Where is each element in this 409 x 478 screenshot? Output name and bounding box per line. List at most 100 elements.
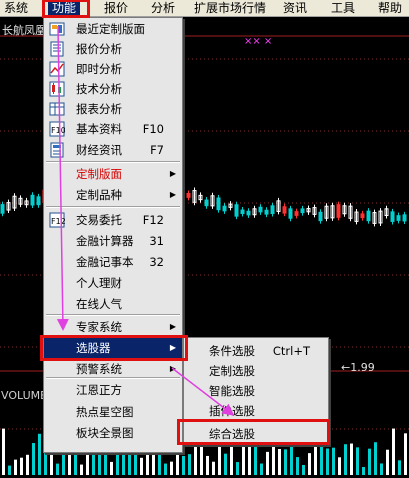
volume-bar xyxy=(140,457,143,475)
volume-bar xyxy=(14,459,17,475)
menu-item-19[interactable]: 热点星空图 xyxy=(44,402,182,422)
menu-item-13[interactable]: 个人理财 xyxy=(44,273,182,293)
volume-bar xyxy=(320,445,323,475)
layout-icon xyxy=(49,22,65,36)
volume-bar xyxy=(80,464,83,475)
volume-bar xyxy=(308,453,311,475)
volume-bar xyxy=(32,443,35,475)
volume-bar xyxy=(332,447,335,475)
volume-bar xyxy=(278,449,281,475)
menu-item-label: 报表分析 xyxy=(76,102,122,116)
submenu-item-label: 智能选股 xyxy=(209,384,255,398)
menu-item-6[interactable]: F10 基本资料 F10 xyxy=(44,119,182,139)
submenu-item-1[interactable]: 条件选股 Ctrl+T xyxy=(184,341,328,361)
submenu-item-label: 定制选股 xyxy=(209,364,255,378)
menu-item-10[interactable]: F12 交易委托 F12 xyxy=(44,210,182,230)
menu-item-5[interactable]: 报表分析 xyxy=(44,99,182,119)
menu-item-2[interactable]: 报价分析 xyxy=(44,39,182,59)
volume-bar xyxy=(230,444,233,475)
volume-bar xyxy=(266,451,269,475)
candle-body xyxy=(0,204,5,214)
menu-item-label: 金融计算器 xyxy=(76,234,134,248)
menu-item-1[interactable]: 最近定制版面 xyxy=(44,19,182,39)
menu-item-9[interactable]: 定制品种 ▶ xyxy=(44,185,182,205)
svg-text:F12: F12 xyxy=(51,217,65,226)
menu-item-14[interactable]: 在线人气 xyxy=(44,294,182,314)
volume-bar xyxy=(398,460,401,475)
menu-tools[interactable]: 工具 xyxy=(331,1,355,16)
volume-bar xyxy=(38,433,41,475)
menu-quote[interactable]: 报价 xyxy=(104,1,128,16)
menu-item-15[interactable]: 专家系统 ▶ xyxy=(44,317,182,337)
candle-body xyxy=(294,211,299,216)
volume-bar xyxy=(380,463,383,475)
menu-help[interactable]: 帮助 xyxy=(378,1,402,16)
volume-bar xyxy=(356,447,359,475)
volume-bar xyxy=(128,453,131,475)
menu-item-11[interactable]: 金融计算器 31 xyxy=(44,231,182,251)
volume-bar xyxy=(44,453,47,475)
menu-system[interactable]: 系统 xyxy=(4,1,28,16)
menu-item-8[interactable]: 定制版面 ▶ xyxy=(44,164,182,184)
candle-body xyxy=(204,199,209,207)
volume-bar xyxy=(8,465,11,475)
menu-item-label: 技术分析 xyxy=(76,82,122,96)
volume-bar xyxy=(20,457,23,475)
volume-bar xyxy=(326,448,329,475)
menu-item-label: 交易委托 xyxy=(76,213,122,227)
volume-bar xyxy=(26,454,29,475)
menu-item-label: 预警系统 xyxy=(76,362,122,376)
volume-bar xyxy=(368,448,371,475)
candle-body xyxy=(402,214,407,222)
volume-bar xyxy=(206,455,209,475)
volume-bar xyxy=(404,433,407,475)
menu-item-12[interactable]: 金融记事本 32 xyxy=(44,252,182,272)
submenu-item-2[interactable]: 定制选股 xyxy=(184,361,328,381)
menu-item-label: 专家系统 xyxy=(76,320,122,334)
candle-body xyxy=(246,210,251,216)
candle-body xyxy=(282,206,287,214)
menu-separator xyxy=(46,377,180,379)
menu-item-20[interactable]: 板块全景图 xyxy=(44,423,182,443)
volume-bar xyxy=(362,466,365,475)
submenu-arrow-icon: ▶ xyxy=(169,190,176,199)
menu-item-label: 在线人气 xyxy=(76,297,122,311)
price-marker-label: ←1.99 xyxy=(341,361,375,374)
candle-body xyxy=(360,213,365,219)
menu-item-17[interactable]: 预警系统 ▶ xyxy=(44,359,182,379)
menu-item-3[interactable]: 即时分析 xyxy=(44,59,182,79)
volume-bar xyxy=(164,463,167,475)
menu-news[interactable]: 资讯 xyxy=(283,1,307,16)
submenu-item-3[interactable]: 智能选股 xyxy=(184,381,328,401)
volume-bar xyxy=(392,428,395,475)
menu-item-shortcut: F7 xyxy=(150,143,164,157)
menu-item-label: 金融记事本 xyxy=(76,255,134,269)
volume-bar xyxy=(110,461,113,475)
volume-bar xyxy=(236,462,239,475)
f10-icon: F10 xyxy=(49,121,65,137)
menu-separator xyxy=(46,206,180,208)
candle-body xyxy=(258,206,263,213)
volume-label: VOLUME xyxy=(1,389,48,402)
menu-item-7[interactable]: 财经资讯 F7 xyxy=(44,140,182,160)
menu-analysis[interactable]: 分析 xyxy=(151,1,175,16)
submenu-arrow-icon: ▶ xyxy=(169,364,176,373)
menu-item-label: 财经资讯 xyxy=(76,143,122,157)
candle-body xyxy=(390,211,395,222)
volume-bar xyxy=(260,463,263,475)
menu-item-shortcut: F10 xyxy=(142,122,164,136)
volume-bar xyxy=(296,457,299,475)
menu-item-4[interactable]: 技术分析 xyxy=(44,79,182,99)
volume-bar xyxy=(224,453,227,475)
volume-bar xyxy=(254,442,257,475)
submenu-arrow-icon: ▶ xyxy=(169,169,176,178)
candle-body xyxy=(222,205,227,212)
menu-item-shortcut: 31 xyxy=(149,234,164,248)
svg-text:F10: F10 xyxy=(51,126,65,135)
candle-body xyxy=(270,205,275,215)
menu-item-18[interactable]: 江恩正方 xyxy=(44,380,182,400)
volume-bar xyxy=(182,455,185,475)
news-icon xyxy=(50,142,64,158)
menu-extended-market[interactable]: 扩展市场行情 xyxy=(194,1,266,16)
submenu-item-4[interactable]: 插件选股 xyxy=(184,401,328,421)
